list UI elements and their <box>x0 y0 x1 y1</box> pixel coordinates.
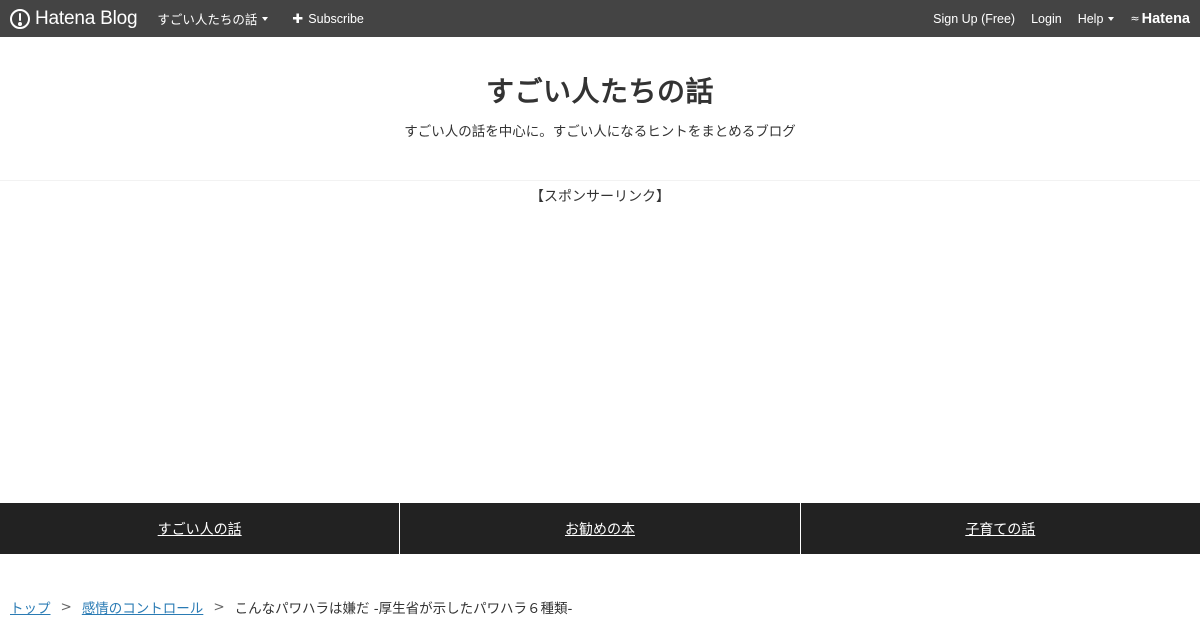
hatena-logo[interactable]: ≈ Hatena <box>1130 11 1190 27</box>
global-header: Hatena Blog すごい人たちの話 ✚ Subscribe Sign Up… <box>0 0 1200 37</box>
subscribe-label: Subscribe <box>308 11 364 26</box>
blog-header: すごい人たちの話 すごい人の話を中心に。すごい人になるヒントをまとめるブログ <box>0 37 1200 181</box>
blog-menu-label: すごい人たちの話 <box>157 13 258 27</box>
plus-icon: ✚ <box>292 10 304 26</box>
hatena-logo-icon: ≈ <box>1130 12 1139 25</box>
global-header-right: Sign Up (Free) Login Help ≈ Hatena <box>917 0 1190 37</box>
category-nav-item-osusume-book[interactable]: お勧めの本 <box>400 503 800 554</box>
hatena-blog-logo-text: Hatena Blog <box>35 7 138 29</box>
help-dropdown[interactable]: Help <box>1078 12 1115 26</box>
hatena-blog-logo-icon <box>10 8 30 29</box>
caret-down-icon <box>262 16 269 21</box>
hatena-blog-logo[interactable]: Hatena Blog <box>10 7 138 30</box>
login-link[interactable]: Login <box>1031 12 1062 26</box>
breadcrumb-separator: > <box>213 599 225 615</box>
hatena-logo-text: Hatena <box>1141 10 1190 27</box>
breadcrumb-current: こんなパワハラは嫌だ -厚生省が示したパワハラ６種類- <box>234 601 573 617</box>
blog-menu-dropdown[interactable]: すごい人たちの話 <box>157 9 269 28</box>
caret-down-icon <box>1108 16 1115 21</box>
breadcrumb: トップ > 感情のコントロール > こんなパワハラは嫌だ -厚生省が示したパワハ… <box>10 597 572 617</box>
category-nav: すごい人の話 お勧めの本 子育ての話 <box>0 503 1200 554</box>
blog-title[interactable]: すごい人たちの話 <box>486 70 714 110</box>
help-label: Help <box>1077 11 1104 26</box>
sponsored-link-label: 【スポンサーリンク】 <box>530 189 670 205</box>
breadcrumb-category-link[interactable]: 感情のコントロール <box>82 597 204 617</box>
global-header-left: Hatena Blog すごい人たちの話 ✚ Subscribe <box>10 0 364 37</box>
breadcrumb-top-link[interactable]: トップ <box>10 597 51 617</box>
blog-description: すごい人の話を中心に。すごい人になるヒントをまとめるブログ <box>404 124 796 140</box>
subscribe-button[interactable]: ✚ Subscribe <box>292 11 364 27</box>
category-nav-item-sugoi-hito[interactable]: すごい人の話 <box>0 503 400 554</box>
signup-link[interactable]: Sign Up (Free) <box>933 12 1015 26</box>
category-nav-item-kosodate[interactable]: 子育ての話 <box>800 503 1200 554</box>
breadcrumb-separator: > <box>60 599 72 615</box>
